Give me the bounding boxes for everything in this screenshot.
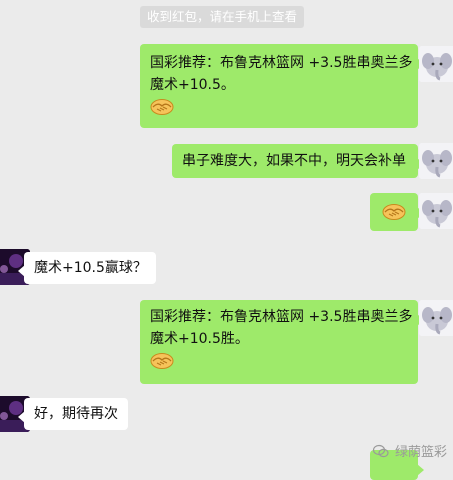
- avatar-me[interactable]: [419, 300, 453, 336]
- wechat-logo-icon: [372, 444, 389, 457]
- message-text: 好，期待再次: [34, 406, 118, 422]
- message-text: 国彩推荐：布鲁克林篮网 +3.5胜串奥兰多: [150, 309, 413, 325]
- avatar-me[interactable]: [419, 193, 453, 229]
- message-bubble-outgoing[interactable]: 国彩推荐：布鲁克林篮网 +3.5胜串奥兰多 魔术+10.5胜。: [140, 300, 424, 384]
- message-bubble-incoming[interactable]: 好，期待再次: [18, 398, 128, 430]
- message-bubble-incoming[interactable]: 魔术+10.5赢球？: [18, 252, 156, 284]
- message-text: 魔术+10.5赢球？: [34, 260, 147, 276]
- message-text: 魔术+10.5胜。: [150, 331, 249, 347]
- avatar-me[interactable]: [419, 143, 453, 179]
- system-notice: 收到红包，请在手机上查看: [140, 6, 304, 28]
- handshake-emoji-icon: [382, 203, 406, 221]
- message-text: 魔术+10.5。: [150, 77, 235, 93]
- message-bubble-outgoing[interactable]: 串子难度大，如果不中，明天会补单: [172, 144, 424, 178]
- message-text: 国彩推荐：布鲁克林篮网 +3.5胜串奥兰多: [150, 55, 413, 71]
- handshake-emoji-icon: [150, 98, 174, 116]
- message-text: 串子难度大，如果不中，明天会补单: [182, 153, 406, 169]
- message-bubble-outgoing[interactable]: [370, 193, 424, 231]
- avatar-me[interactable]: [419, 46, 453, 82]
- watermark: 绿荫篮彩: [372, 441, 447, 460]
- watermark-text: 绿荫篮彩: [394, 445, 447, 460]
- message-bubble-outgoing[interactable]: 国彩推荐：布鲁克林篮网 +3.5胜串奥兰多 魔术+10.5。: [140, 44, 424, 128]
- handshake-emoji-icon: [150, 352, 174, 370]
